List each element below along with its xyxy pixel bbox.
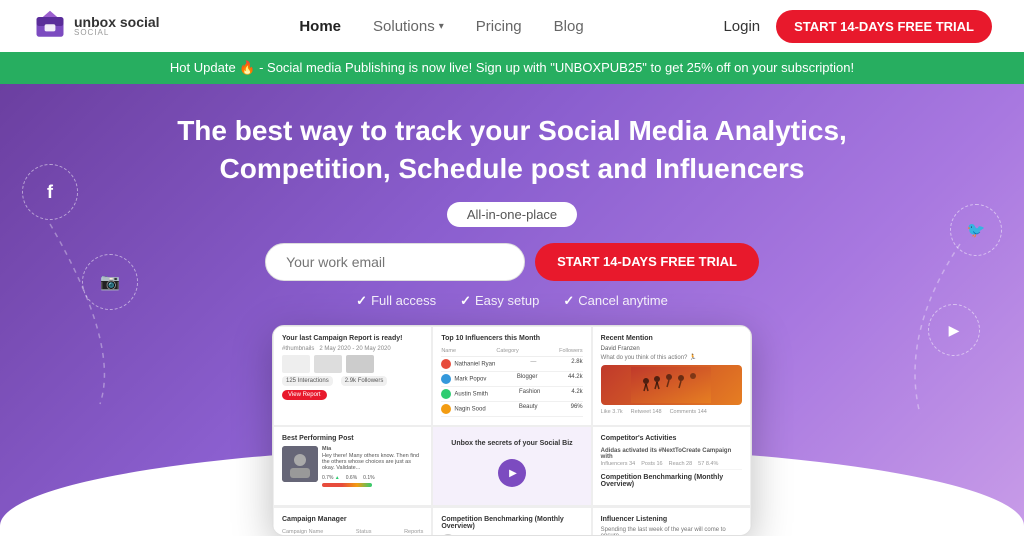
facebook-icon: f	[47, 182, 53, 203]
checkmark-icon: ✓	[356, 293, 367, 309]
hero-badge: All-in-one-place	[447, 202, 577, 227]
influencer-row: Austin Smith Fashion4.2k	[441, 387, 582, 402]
influencers-title: Top 10 Influencers this Month	[441, 335, 582, 342]
best-post-title: Best Performing Post	[282, 435, 423, 442]
inf-listening-title: Influencer Listening	[601, 516, 742, 523]
twitter-icon: 🐦	[967, 221, 986, 239]
view-report-button[interactable]: View Report	[282, 390, 327, 400]
play-triangle-icon: ▶	[509, 468, 517, 479]
dashboard-grid: Your last Campaign Report is ready! #thu…	[273, 326, 751, 506]
logo-text: unbox social	[74, 15, 160, 29]
social-biz-panel: Unbox the secrets of your Social Biz ▶	[432, 426, 591, 506]
dashboard-preview: Your last Campaign Report is ready! #thu…	[272, 325, 752, 536]
mention-image	[601, 365, 742, 405]
instagram-icon: 📷	[100, 272, 120, 292]
hero-content: The best way to track your Social Media …	[172, 84, 852, 325]
mention-panel: Recent Mention David Franzen What do you…	[592, 326, 751, 426]
campaign-stats: 125 Interactions 2.9k Followers	[282, 376, 423, 386]
post-image	[282, 446, 318, 482]
facebook-circle: f	[22, 164, 78, 220]
influencer-row: Nagin Sood Beauty96%	[441, 402, 582, 417]
nav-right: Login START 14-DAYS FREE TRIAL	[723, 10, 992, 43]
play-circle: ▶	[928, 304, 980, 356]
nav-blog[interactable]: Blog	[554, 18, 584, 35]
influencer-row: Mark Popov Blogger44.2k	[441, 372, 582, 387]
nav-cta-button[interactable]: START 14-DAYS FREE TRIAL	[776, 10, 992, 43]
nav-solutions[interactable]: Solutions ▾	[373, 18, 444, 35]
logo-sub: SOCIAL	[74, 29, 160, 37]
best-post-panel: Best Performing Post Mia Hey there! Many…	[273, 426, 432, 506]
campaign-title: Your last Campaign Report is ready!	[282, 335, 423, 342]
navbar: unbox social SOCIAL Home Solutions ▾ Pri…	[0, 0, 1024, 52]
hero-section: f 📷 🐦 ▶ The best way to track your Socia…	[0, 84, 1024, 536]
nav-links: Home Solutions ▾ Pricing Blog	[299, 18, 583, 35]
hero-cta-button[interactable]: START 14-DAYS FREE TRIAL	[535, 243, 759, 281]
inf-listening-panel: Influencer Listening Spending the last w…	[592, 507, 751, 536]
nav-home[interactable]: Home	[299, 18, 341, 35]
campaign-panel: Your last Campaign Report is ready! #thu…	[273, 326, 432, 426]
check-full-access: ✓ Full access	[356, 293, 436, 309]
benchmarking-panel: Competition Benchmarking (Monthly Overvi…	[432, 507, 591, 536]
campaign-mgr-title: Campaign Manager	[282, 516, 423, 523]
email-input[interactable]	[265, 243, 525, 281]
competitor-panel: Competitor's Activities Adidas activated…	[592, 426, 751, 506]
hero-checks: ✓ Full access ✓ Easy setup ✓ Cancel anyt…	[356, 293, 668, 309]
runners-svg	[631, 367, 711, 403]
campaign-mgr-panel: Campaign Manager Campaign NameStatusRepo…	[273, 507, 432, 536]
checkmark-icon-3: ✓	[563, 293, 574, 309]
instagram-circle: 📷	[82, 254, 138, 310]
announcement-bar: Hot Update 🔥 - Social media Publishing i…	[0, 52, 1024, 84]
nav-pricing[interactable]: Pricing	[476, 18, 522, 35]
login-button[interactable]: Login	[723, 18, 760, 35]
hero-form: START 14-DAYS FREE TRIAL	[265, 243, 759, 281]
influencer-row: Nathaniel Ryan —2.8k	[441, 357, 582, 372]
benchmarking-title: Competition Benchmarking (Monthly Overvi…	[441, 516, 582, 530]
announcement-text: Hot Update 🔥 - Social media Publishing i…	[170, 60, 854, 75]
play-icon: ▶	[949, 322, 960, 339]
logo-icon	[32, 8, 68, 44]
checkmark-icon-2: ✓	[460, 293, 471, 309]
check-easy-setup: ✓ Easy setup	[460, 293, 539, 309]
competitor-title: Competitor's Activities	[601, 435, 742, 442]
dashboard-bottom: Campaign Manager Campaign NameStatusRepo…	[273, 506, 751, 536]
logo[interactable]: unbox social SOCIAL	[32, 8, 160, 44]
social-biz-title: Unbox the secrets of your Social Biz	[451, 440, 572, 447]
twitter-circle: 🐦	[950, 204, 1002, 256]
play-button[interactable]: ▶	[498, 459, 526, 487]
chevron-down-icon: ▾	[439, 21, 444, 32]
influencers-panel: Top 10 Influencers this Month NameCatego…	[432, 326, 591, 426]
hero-title: The best way to track your Social Media …	[172, 112, 852, 188]
mention-title: Recent Mention	[601, 335, 742, 342]
check-cancel: ✓ Cancel anytime	[563, 293, 668, 309]
